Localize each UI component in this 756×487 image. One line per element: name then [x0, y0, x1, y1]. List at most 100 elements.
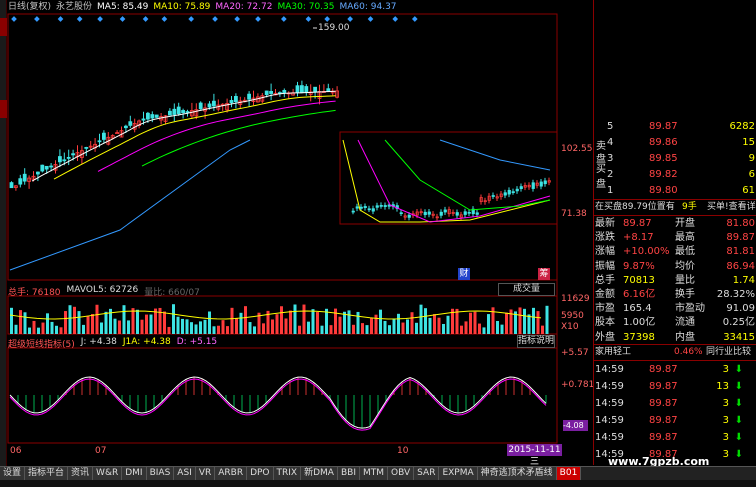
volume-bar: [401, 322, 405, 334]
status-bar: [0, 480, 756, 487]
tab-B01[interactable]: B01: [556, 467, 582, 481]
tab-资讯[interactable]: 资讯: [68, 467, 94, 481]
tab-指标平台[interactable]: 指标平台: [25, 467, 69, 481]
candle-body: [295, 85, 300, 94]
volume-bar: [104, 311, 108, 334]
chart-header: 日线(复权) 永艺股份 MA5: 85.49 MA10: 75.89 MA20:…: [8, 1, 397, 14]
volume-bar: [212, 326, 216, 334]
indicator-panel-frame: [7, 347, 558, 444]
tab-OBV[interactable]: OBV: [388, 467, 415, 481]
indicator-name[interactable]: 超级短线指标(5): [8, 337, 75, 350]
volume-bar: [167, 326, 171, 334]
kline-chart[interactable]: [0, 0, 592, 465]
signal-marker: [11, 16, 17, 22]
down-arrow-icon: ⬇: [734, 415, 743, 426]
volume-bar: [91, 314, 94, 334]
trade-time: 14:59: [595, 415, 624, 426]
tab-新DMA[interactable]: 新DMA: [301, 467, 338, 481]
volume-bar: [397, 313, 400, 334]
volume-bar: [172, 304, 175, 334]
tick-trade-row[interactable]: 14:59 89.87 3 ⬇: [594, 430, 756, 445]
tab-设置[interactable]: 设置: [0, 467, 26, 481]
volume-bar: [136, 309, 139, 334]
tab-W&R[interactable]: W&R: [93, 467, 123, 481]
volume-bar: [370, 317, 373, 334]
ask-row[interactable]: 3 89.85 9: [594, 151, 756, 166]
tab-ASI[interactable]: ASI: [174, 467, 196, 481]
volume-bar: [365, 325, 369, 334]
candle-body: [18, 178, 23, 185]
ask-row[interactable]: 5 89.87 6282: [594, 119, 756, 134]
candle-body: [40, 164, 45, 172]
volume-bar: [289, 310, 292, 334]
volume-selector-button[interactable]: 成交量: [498, 283, 555, 296]
tab-VR[interactable]: VR: [195, 467, 216, 481]
finance-badge[interactable]: 财: [458, 268, 470, 280]
volume-bar: [307, 321, 310, 334]
tab-神奇逃顶术矛盾线[interactable]: 神奇逃顶术矛盾线: [477, 467, 557, 481]
info-label: 市盈: [595, 303, 615, 315]
tick-trade-row[interactable]: 14:59 89.87 3 ⬇: [594, 396, 756, 411]
candle-body: [211, 100, 216, 107]
tick-trade-row[interactable]: 14:59 89.87 3 ⬇: [594, 413, 756, 428]
volume-bar: [280, 306, 283, 334]
signal-marker: [188, 16, 195, 22]
tick-trade-row[interactable]: 14:59 89.87 13 ⬇: [594, 379, 756, 394]
sector-row[interactable]: 家用轻工 0.46% 同行业比较: [594, 345, 756, 360]
info-value: 1.74: [732, 274, 755, 286]
candle-body: [531, 182, 535, 189]
volume-bar: [352, 324, 355, 334]
buy-label: 买盘: [596, 164, 606, 190]
tick-trade-row[interactable]: 14:59 89.87 3 ⬇: [594, 362, 756, 377]
trade-time: 14:59: [595, 432, 624, 443]
candle-body: [150, 114, 155, 119]
info-label: 流通: [675, 317, 695, 329]
tab-DMI[interactable]: DMI: [122, 467, 147, 481]
volume-bar: [383, 320, 387, 334]
candle-body: [503, 192, 507, 196]
tab-MTM[interactable]: MTM: [359, 467, 389, 481]
candle-body: [326, 88, 331, 92]
candle-body: [455, 212, 459, 216]
volume-bar: [343, 311, 346, 334]
trade-time: 14:59: [595, 398, 624, 409]
tab-SAR[interactable]: SAR: [414, 467, 440, 481]
candle-body: [167, 110, 172, 116]
tab-BBI[interactable]: BBI: [337, 467, 360, 481]
tab-DPO[interactable]: DPO: [247, 467, 274, 481]
period-label[interactable]: 日线(复权): [8, 1, 51, 14]
trade-vol: 3: [722, 432, 729, 443]
down-arrow-icon: ⬇: [734, 364, 743, 375]
volume-bar: [23, 312, 27, 334]
tab-TRIX[interactable]: TRIX: [273, 467, 302, 481]
candle-body: [475, 212, 479, 215]
large-order-notice[interactable]: 在买盘89.79位置有 9手 买单!查看详细: [594, 200, 756, 215]
info-label: 换手: [675, 289, 695, 300]
volume-bar: [118, 320, 121, 334]
candle-body: [379, 205, 383, 207]
volume-bar: [46, 313, 49, 334]
indicator-help-button[interactable]: 指标说明: [517, 335, 555, 348]
signal-marker: [324, 16, 331, 22]
volume-bar: [140, 319, 144, 334]
volume-bar: [41, 322, 45, 334]
info-label: 最新: [595, 218, 615, 229]
ask-row[interactable]: 4 89.86 15: [594, 135, 756, 150]
candle-body: [264, 90, 269, 96]
volume-bar: [59, 327, 63, 334]
volume-bar: [329, 325, 333, 334]
date-label-07: 07: [95, 446, 107, 456]
ask-row[interactable]: 2 89.82 6: [594, 167, 756, 182]
candle-body: [181, 110, 186, 114]
indicator-header: 超级短线指标(5) J: +4.38 J1A: +4.38 D: +5.15: [8, 337, 217, 350]
candle-body: [282, 89, 287, 94]
tab-BIAS[interactable]: BIAS: [146, 467, 175, 481]
chips-badge[interactable]: 筹: [538, 268, 550, 280]
indicator-scale-2: +0.781: [561, 380, 595, 390]
ask-row[interactable]: 1 89.80 61: [594, 183, 756, 198]
tab-ARBR[interactable]: ARBR: [215, 467, 248, 481]
volume-bar: [455, 308, 459, 334]
tab-EXPMA[interactable]: EXPMA: [439, 467, 478, 481]
volume-bar: [392, 318, 396, 334]
volume-bar: [433, 314, 436, 334]
